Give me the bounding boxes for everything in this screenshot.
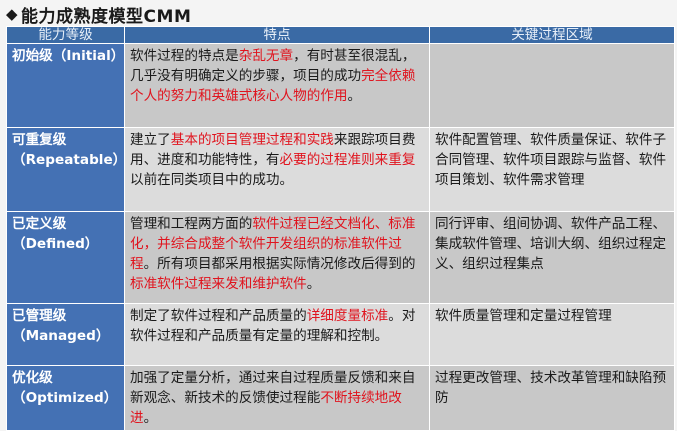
feature-text: 制定了软件过程和产品质量的: [130, 308, 307, 324]
cmm-table: 能力等级 特点 关键过程区域 初始级（Initial） 软件过程的特点是杂乱无章…: [6, 26, 675, 431]
table-row: 优化级（Optimized） 加强了定量分析，通过来自过程质量反馈和来自新观念、…: [6, 365, 675, 431]
features-cell: 建立了基本的项目管理过程和实践来跟踪项目费用、进度和功能特性，有必要的过程准则来…: [124, 127, 430, 212]
level-cell: 可重复级（Repeatable）: [6, 127, 125, 212]
level-cell: 已管理级（Managed）: [6, 303, 125, 366]
areas-cell: [429, 43, 675, 128]
feature-text: 软件过程的特点是: [130, 48, 239, 64]
level-cell: 优化级（Optimized）: [6, 365, 125, 431]
slide-title: ◆ 能力成熟度模型CMM: [6, 2, 192, 27]
feature-text: 。: [347, 88, 362, 104]
diamond-bullet-icon: ◆: [6, 5, 19, 23]
features-cell: 软件过程的特点是杂乱无章，有时甚至很混乱，几乎没有明确定义的步骤，项目的成功完全…: [124, 43, 430, 128]
areas-cell: 同行评审、组间协调、软件产品工程、集成软件管理、培训大纲、组织过程定义、组织过程…: [429, 211, 675, 304]
feature-text: 以前在同类项目中的成功。: [130, 172, 294, 188]
feature-text: 。所有项目都采用根据实际情况修改后得到的: [143, 256, 416, 272]
areas-cell: 过程更改管理、技术改革管理和缺陷预防: [429, 365, 675, 431]
level-cell: 已定义级（Defined）: [6, 211, 125, 304]
areas-cell: 软件配置管理、软件质量保证、软件子合同管理、软件项目跟踪与监督、软件项目策划、软…: [429, 127, 675, 212]
table-row: 可重复级（Repeatable） 建立了基本的项目管理过程和实践来跟踪项目费用、…: [6, 127, 675, 212]
table-header-row: 能力等级 特点 关键过程区域: [6, 26, 675, 44]
features-cell: 加强了定量分析，通过来自过程质量反馈和来自新观念、新技术的反馈使过程能不断持续地…: [124, 365, 430, 431]
table-row: 初始级（Initial） 软件过程的特点是杂乱无章，有时甚至很混乱，几乎没有明确…: [6, 43, 675, 128]
header-level: 能力等级: [6, 26, 125, 44]
highlight-text: 必要的过程准则来重复: [279, 152, 416, 168]
highlight-text: 详细度量标准: [306, 308, 389, 324]
feature-text: 建立了: [130, 132, 171, 148]
level-cell: 初始级（Initial）: [6, 43, 125, 128]
features-cell: 制定了软件过程和产品质量的详细度量标准。对软件过程和产品质量有定量的理解和控制。: [124, 303, 430, 366]
header-areas: 关键过程区域: [429, 26, 675, 44]
highlight-text: 杂乱无章: [238, 48, 294, 64]
highlight-text: 基本的项目管理过程和实践: [170, 132, 334, 148]
slide-title-text: 能力成熟度模型CMM: [21, 6, 192, 27]
table-row: 已定义级（Defined） 管理和工程两方面的软件过程已经文档化、标准化，并综合…: [6, 211, 675, 304]
table-row: 已管理级（Managed） 制定了软件过程和产品质量的详细度量标准。对软件过程和…: [6, 303, 675, 366]
header-features: 特点: [124, 26, 430, 44]
feature-text: 管理和工程两方面的: [130, 216, 253, 232]
feature-text: 。: [306, 276, 321, 292]
highlight-text: 标准软件过程来发和维护软件: [130, 276, 307, 292]
areas-cell: 软件质量管理和定量过程管理: [429, 303, 675, 366]
features-cell: 管理和工程两方面的软件过程已经文档化、标准化，并综合成整个软件开发组织的标准软件…: [124, 211, 430, 304]
feature-text: 。: [143, 410, 158, 426]
